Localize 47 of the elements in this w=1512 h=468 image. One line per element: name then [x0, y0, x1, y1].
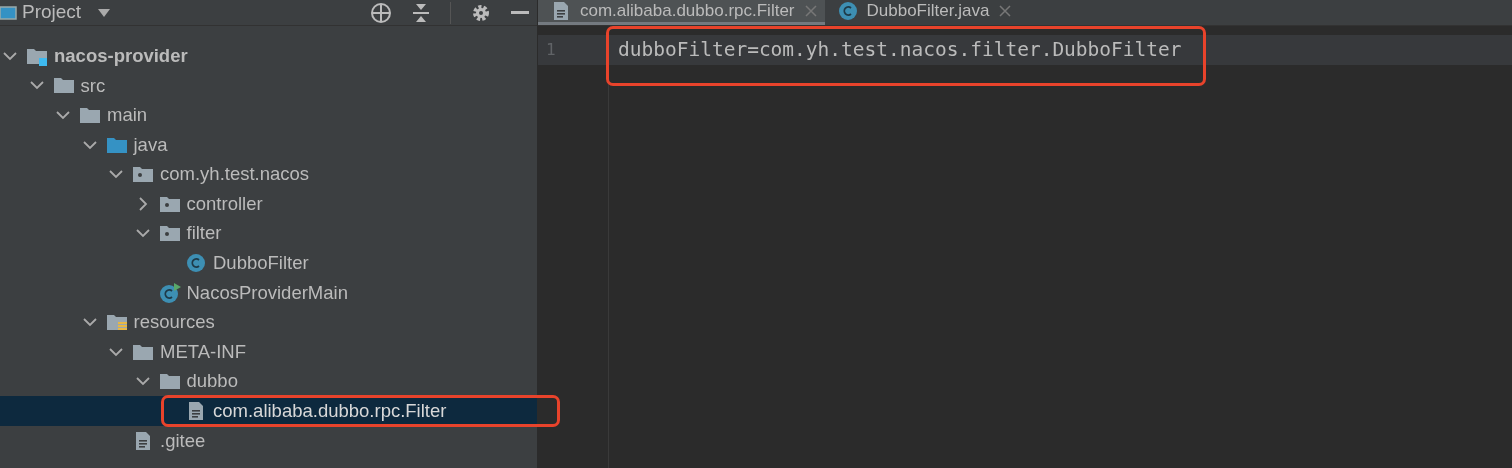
package-icon: [132, 164, 154, 185]
item-label: META-INF: [160, 339, 246, 364]
folder-icon: [158, 371, 181, 392]
crosshair-icon[interactable]: [370, 1, 392, 24]
close-icon[interactable]: [999, 5, 1012, 17]
item-label: DubboFilter: [213, 251, 309, 276]
tree-item[interactable]: controller: [0, 188, 537, 219]
item-label: src: [80, 73, 106, 98]
dropdown-caret-icon[interactable]: [97, 7, 112, 18]
item-label: nacos-provider: [54, 43, 188, 68]
tree-item[interactable]: DubboFilter: [0, 248, 537, 278]
folder-icon: [52, 75, 75, 96]
editor-tab[interactable]: DubboFilter.java: [824, 0, 1020, 25]
tree-item[interactable]: java: [0, 129, 537, 160]
tree-item[interactable]: com.yh.test.nacos: [0, 159, 537, 189]
item-label: resources: [133, 310, 215, 335]
item-label: filter: [186, 221, 222, 246]
panel-title[interactable]: Project: [22, 0, 82, 27]
tree-item[interactable]: src: [0, 70, 537, 101]
tree-item[interactable]: filter: [0, 218, 537, 249]
item-label: com.yh.test.nacos: [160, 162, 310, 187]
item-label: main: [107, 103, 148, 128]
folder-icon: [79, 105, 101, 125]
class-icon: [185, 252, 207, 273]
item-label: .gitee: [160, 428, 206, 453]
runnable-class-icon: [158, 282, 181, 303]
item-label: NacosProviderMain: [186, 280, 348, 305]
tree-item[interactable]: main: [0, 100, 537, 130]
tree-item[interactable]: nacos-provider: [0, 41, 537, 71]
tree-item[interactable]: resources: [0, 307, 537, 337]
tree-item[interactable]: dubbo: [0, 366, 537, 397]
window-icon: [0, 4, 18, 21]
code-line: dubboFilter=com.yh.test.nacos.filter.DubboFilter: [617, 37, 1182, 64]
package-icon: [158, 223, 181, 244]
tree-item[interactable]: META-INF: [0, 336, 537, 367]
settings-icon[interactable]: [471, 2, 491, 23]
item-label: com.alibaba.dubbo.rpc.Filter: [213, 399, 447, 424]
item-label: dubbo: [186, 369, 238, 394]
tree-item[interactable]: NacosProviderMain: [0, 277, 537, 308]
item-label: java: [133, 132, 168, 157]
minimize-icon[interactable]: [511, 10, 529, 15]
editor-tab[interactable]: com.alibaba.dubbo.rpc.Filter: [538, 0, 825, 25]
collapse-all-icon[interactable]: [412, 1, 430, 24]
tree-item[interactable]: .gitee: [0, 425, 537, 456]
resources-folder-icon: [105, 312, 128, 333]
item-label: controller: [186, 191, 263, 216]
tree-item[interactable]: com.alibaba.dubbo.rpc.Filter: [0, 396, 537, 426]
